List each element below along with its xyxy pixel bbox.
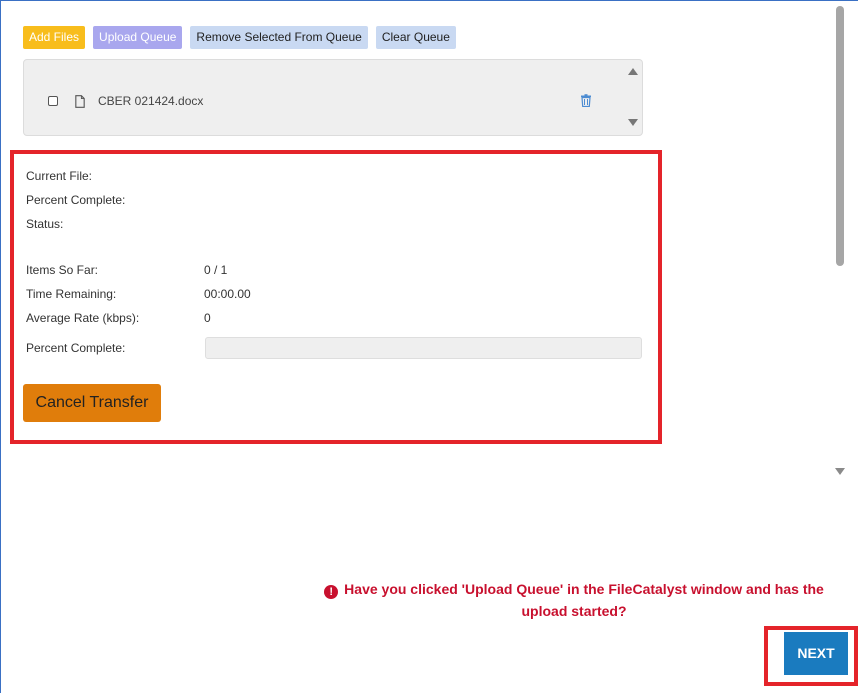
page-scroll-down-icon[interactable] <box>835 468 845 475</box>
queue-scroll-down-icon[interactable] <box>628 119 638 126</box>
queue-scroll-up-icon[interactable] <box>628 68 638 75</box>
trash-icon[interactable] <box>580 94 592 107</box>
upload-toolbar: Add Files Upload Queue Remove Selected F… <box>23 26 464 49</box>
percent-complete-label: Percent Complete: <box>26 193 126 207</box>
current-file-label: Current File: <box>26 169 93 183</box>
average-rate-value: 0 <box>204 311 211 325</box>
upload-queue-button[interactable]: Upload Queue <box>93 26 183 49</box>
file-queue-list: CBER 021424.docx <box>23 59 643 136</box>
transfer-progress-bar <box>205 337 642 359</box>
cancel-transfer-button[interactable]: Cancel Transfer <box>23 384 161 422</box>
time-remaining-label: Time Remaining: <box>26 287 117 301</box>
status-label: Status: <box>26 217 64 231</box>
upload-confirmation-prompt: ! Have you clicked 'Upload Queue' in the … <box>300 578 848 622</box>
queue-file-row[interactable]: CBER 021424.docx <box>48 94 203 108</box>
prompt-text: Have you clicked 'Upload Queue' in the F… <box>344 581 824 619</box>
file-select-checkbox[interactable] <box>48 96 58 106</box>
add-files-button[interactable]: Add Files <box>23 26 86 49</box>
document-icon <box>75 94 85 108</box>
page-scrollbar-thumb[interactable] <box>836 6 844 266</box>
next-button[interactable]: NEXT <box>784 632 848 675</box>
average-rate-label: Average Rate (kbps): <box>26 311 140 325</box>
items-so-far-label: Items So Far: <box>26 263 99 277</box>
clear-queue-button[interactable]: Clear Queue <box>375 26 456 49</box>
exclamation-circle-icon: ! <box>324 585 339 599</box>
time-remaining-value: 00:00.00 <box>204 287 251 301</box>
queue-file-name: CBER 021424.docx <box>98 94 204 108</box>
transfer-status-panel: Current File: Percent Complete: Status: … <box>10 150 662 444</box>
items-so-far-value: 0 / 1 <box>204 263 228 277</box>
remove-selected-button[interactable]: Remove Selected From Queue <box>190 26 368 49</box>
progress-label: Percent Complete: <box>26 341 126 355</box>
